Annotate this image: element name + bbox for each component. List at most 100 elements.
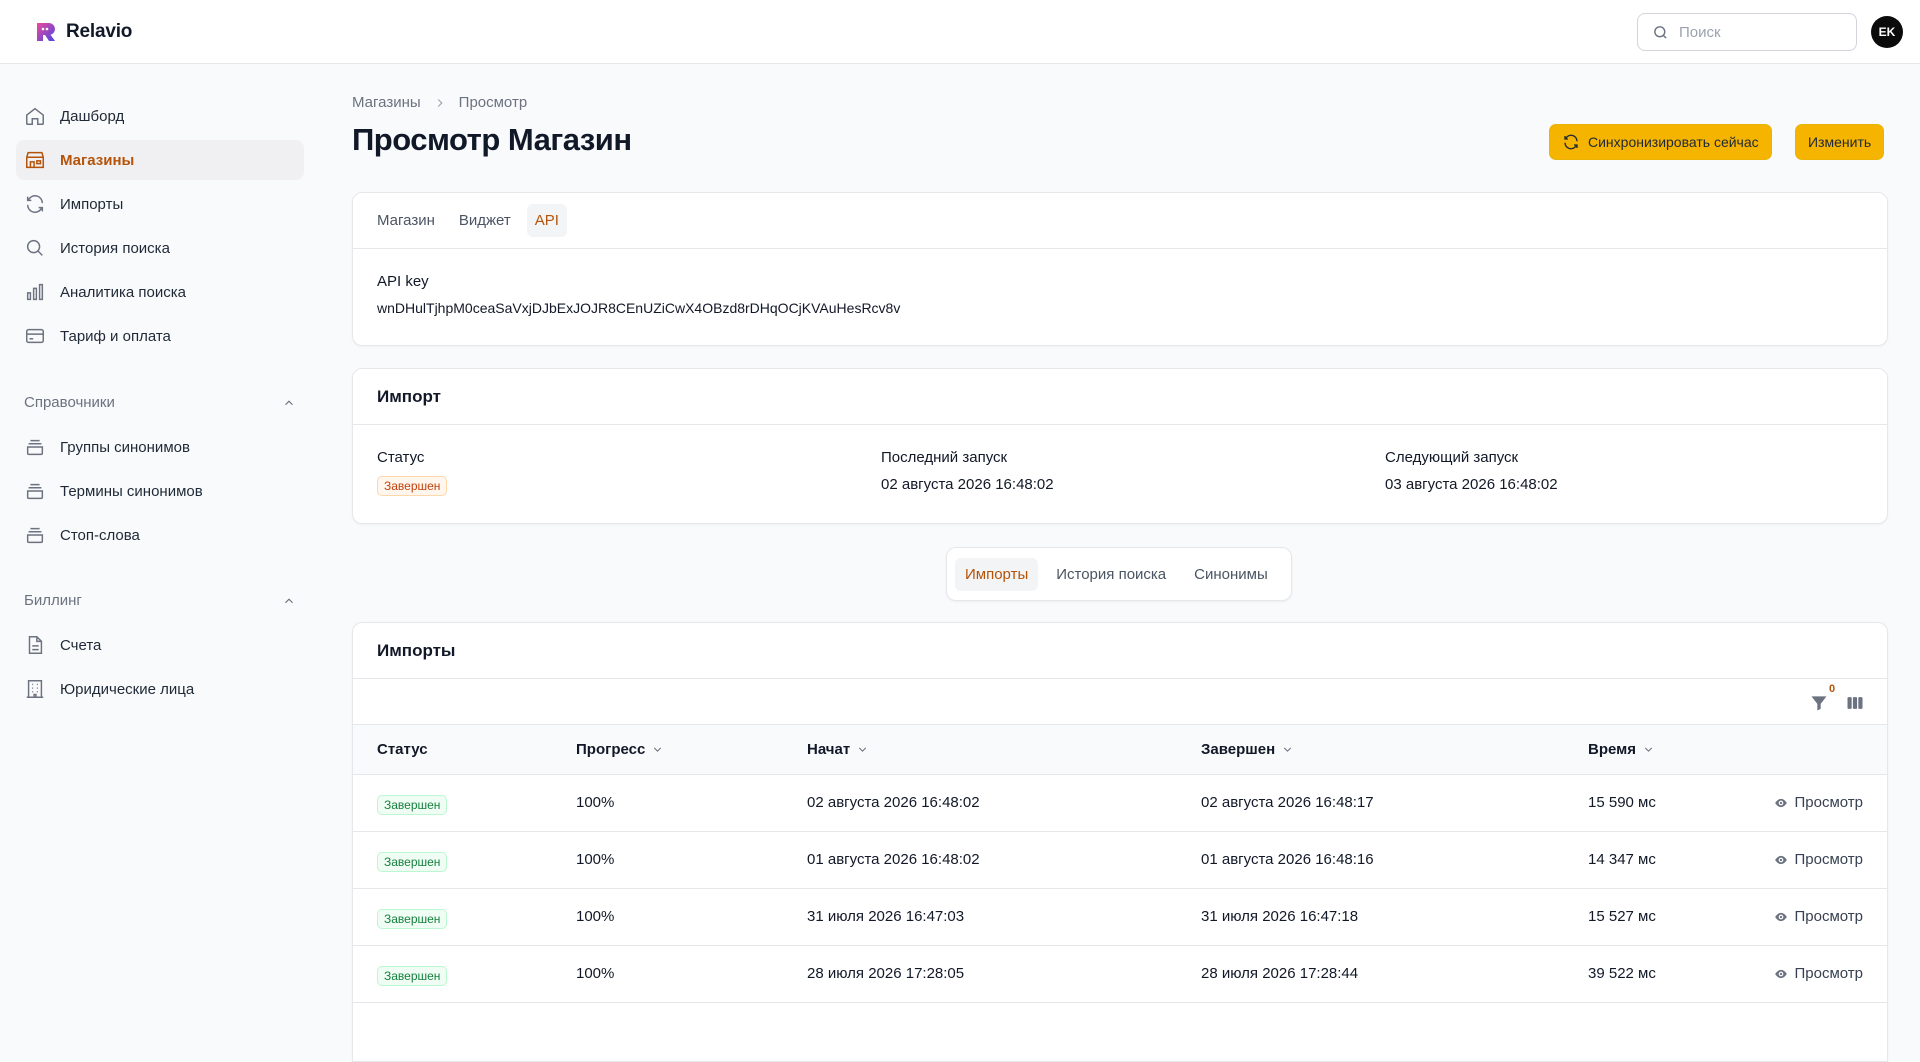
sidebar-group-label: Биллинг [24, 592, 82, 609]
columns-toggle-button[interactable] [1845, 693, 1865, 717]
sidebar-item-dashboard[interactable]: Дашборд [16, 96, 304, 136]
api-key-value: wnDHulTjhpM0ceaSaVxjDJbExJOJR8CEnUZiCwX4… [377, 300, 901, 316]
sidebar-item-imports[interactable]: Импорты [16, 184, 304, 224]
progress-cell: 100% [576, 794, 615, 811]
view-link[interactable]: Просмотр [1774, 965, 1863, 982]
table-row: Завершен 100% 02 августа 2026 16:48:02 0… [353, 775, 1887, 832]
sidebar-item-stop-words[interactable]: Стоп-слова [16, 515, 304, 555]
search-input[interactable] [1679, 23, 1839, 41]
progress-cell: 100% [576, 908, 615, 925]
column-header-label: Время [1588, 741, 1636, 758]
sidebar-group-directories[interactable]: Справочники [24, 394, 296, 411]
view-link[interactable]: Просмотр [1774, 851, 1863, 868]
sidebar-item-label: Группы синонимов [60, 438, 190, 456]
table-row: Завершен 100% 28 июля 2026 17:28:05 28 и… [353, 946, 1887, 1003]
status-badge: Завершен [377, 852, 448, 872]
started-cell: 28 июля 2026 17:28:05 [807, 965, 965, 982]
sidebar-item-legal-entities[interactable]: Юридические лица [16, 669, 304, 709]
sidebar-item-search-history[interactable]: История поиска [16, 228, 304, 268]
store-card: Магазин Виджет API API key wnDHulTjhpM0c… [352, 192, 1888, 346]
sidebar-item-label: Термины синонимов [60, 482, 203, 500]
eye-icon [1775, 969, 1788, 978]
avatar[interactable]: EK [1871, 16, 1903, 48]
sidebar-item-label: Дашборд [60, 107, 125, 125]
tab-search-history[interactable]: История поиска [1046, 558, 1176, 591]
stack-icon [26, 527, 44, 544]
breadcrumb-current: Просмотр [458, 94, 528, 111]
search-icon [1654, 25, 1667, 39]
duration-cell: 15 590 мс [1588, 794, 1656, 811]
column-header-label: Начат [807, 741, 851, 758]
next-run-label: Следующий запуск [1385, 449, 1519, 466]
status-badge: Завершен [377, 795, 448, 815]
sync-now-button[interactable]: Синхронизировать сейчас [1549, 124, 1772, 160]
sidebar-item-invoices[interactable]: Счета [16, 625, 304, 665]
sidebar-item-synonym-terms[interactable]: Термины синонимов [16, 471, 304, 511]
started-cell: 02 августа 2026 16:48:02 [807, 794, 980, 811]
column-header-status: Статус [377, 741, 428, 758]
view-link[interactable]: Просмотр [1774, 908, 1863, 925]
sync-now-label: Синхронизировать сейчас [1588, 134, 1759, 150]
breadcrumb: Магазины Просмотр [352, 94, 527, 111]
search-box[interactable] [1637, 13, 1857, 51]
app-logo[interactable]: Relavio [34, 20, 132, 44]
store-icon [26, 151, 44, 169]
imports-table-title: Импорты [353, 623, 1887, 679]
import-status-label: Статус [377, 449, 425, 466]
sidebar-group-billing[interactable]: Биллинг [24, 592, 296, 609]
refresh-icon [1564, 134, 1578, 150]
view-link[interactable]: Просмотр [1774, 794, 1863, 811]
tab-store[interactable]: Магазин [369, 204, 443, 237]
sidebar-item-label: Аналитика поиска [60, 283, 186, 301]
chevron-down-icon [1284, 747, 1292, 752]
refresh-icon [26, 195, 44, 213]
breadcrumb-link-stores[interactable]: Магазины [352, 94, 421, 111]
sidebar-item-label: Стоп-слова [60, 526, 140, 544]
sidebar-item-label: Магазины [60, 151, 135, 169]
filter-button[interactable]: 0 [1809, 683, 1835, 717]
eye-icon [1775, 855, 1788, 864]
sidebar-item-billing-plan[interactable]: Тариф и оплата [16, 316, 304, 356]
chevron-down-icon [859, 747, 867, 752]
sidebar: Дашборд Магазины Импорты История поиска … [0, 64, 320, 992]
progress-cell: 100% [576, 965, 615, 982]
chevron-down-icon [1644, 747, 1653, 752]
status-badge: Завершен [377, 476, 448, 496]
eye-icon [1775, 798, 1788, 807]
tab-api[interactable]: API [526, 204, 567, 237]
chevron-up-icon [285, 399, 293, 405]
tab-synonyms[interactable]: Синонимы [1184, 558, 1278, 591]
sidebar-item-stores[interactable]: Магазины [16, 140, 304, 180]
sidebar-item-synonym-groups[interactable]: Группы синонимов [16, 427, 304, 467]
sidebar-item-label: Тариф и оплата [60, 327, 171, 345]
tab-widget[interactable]: Виджет [451, 204, 519, 237]
duration-cell: 14 347 мс [1588, 851, 1656, 868]
view-link-label: Просмотр [1794, 965, 1863, 982]
relation-tabs: Импорты История поиска Синонимы [946, 547, 1292, 601]
table-row: Завершен 100% 31 июля 2026 16:47:03 31 и… [353, 889, 1887, 946]
edit-button[interactable]: Изменить [1795, 124, 1885, 160]
chevron-down-icon [654, 747, 662, 752]
bar-chart-icon [26, 283, 44, 301]
sidebar-item-search-analytics[interactable]: Аналитика поиска [16, 272, 304, 312]
next-run-value: 03 августа 2026 16:48:02 [1385, 476, 1558, 493]
status-badge: Завершен [377, 909, 448, 929]
sidebar-item-label: История поиска [60, 239, 170, 257]
column-header-progress[interactable]: Прогресс [576, 741, 664, 758]
tab-imports[interactable]: Импорты [955, 557, 1039, 591]
column-header-finished[interactable]: Завершен [1201, 741, 1294, 758]
import-section-title: Импорт [353, 369, 1887, 425]
started-cell: 01 августа 2026 16:48:02 [807, 851, 980, 868]
view-link-label: Просмотр [1794, 908, 1863, 925]
eye-icon [1775, 912, 1788, 921]
home-icon [26, 107, 44, 125]
imports-table-card: Импорты 0 Статус Прогресс Начат Завершен… [352, 622, 1888, 1062]
column-header-label: Завершен [1201, 741, 1276, 758]
column-header-label: Прогресс [576, 741, 646, 758]
column-header-duration[interactable]: Время [1588, 741, 1655, 758]
chevron-right-icon [437, 98, 443, 107]
building-icon [26, 680, 44, 698]
column-header-started[interactable]: Начат [807, 741, 869, 758]
status-badge: Завершен [377, 966, 448, 986]
stack-icon [26, 483, 44, 500]
